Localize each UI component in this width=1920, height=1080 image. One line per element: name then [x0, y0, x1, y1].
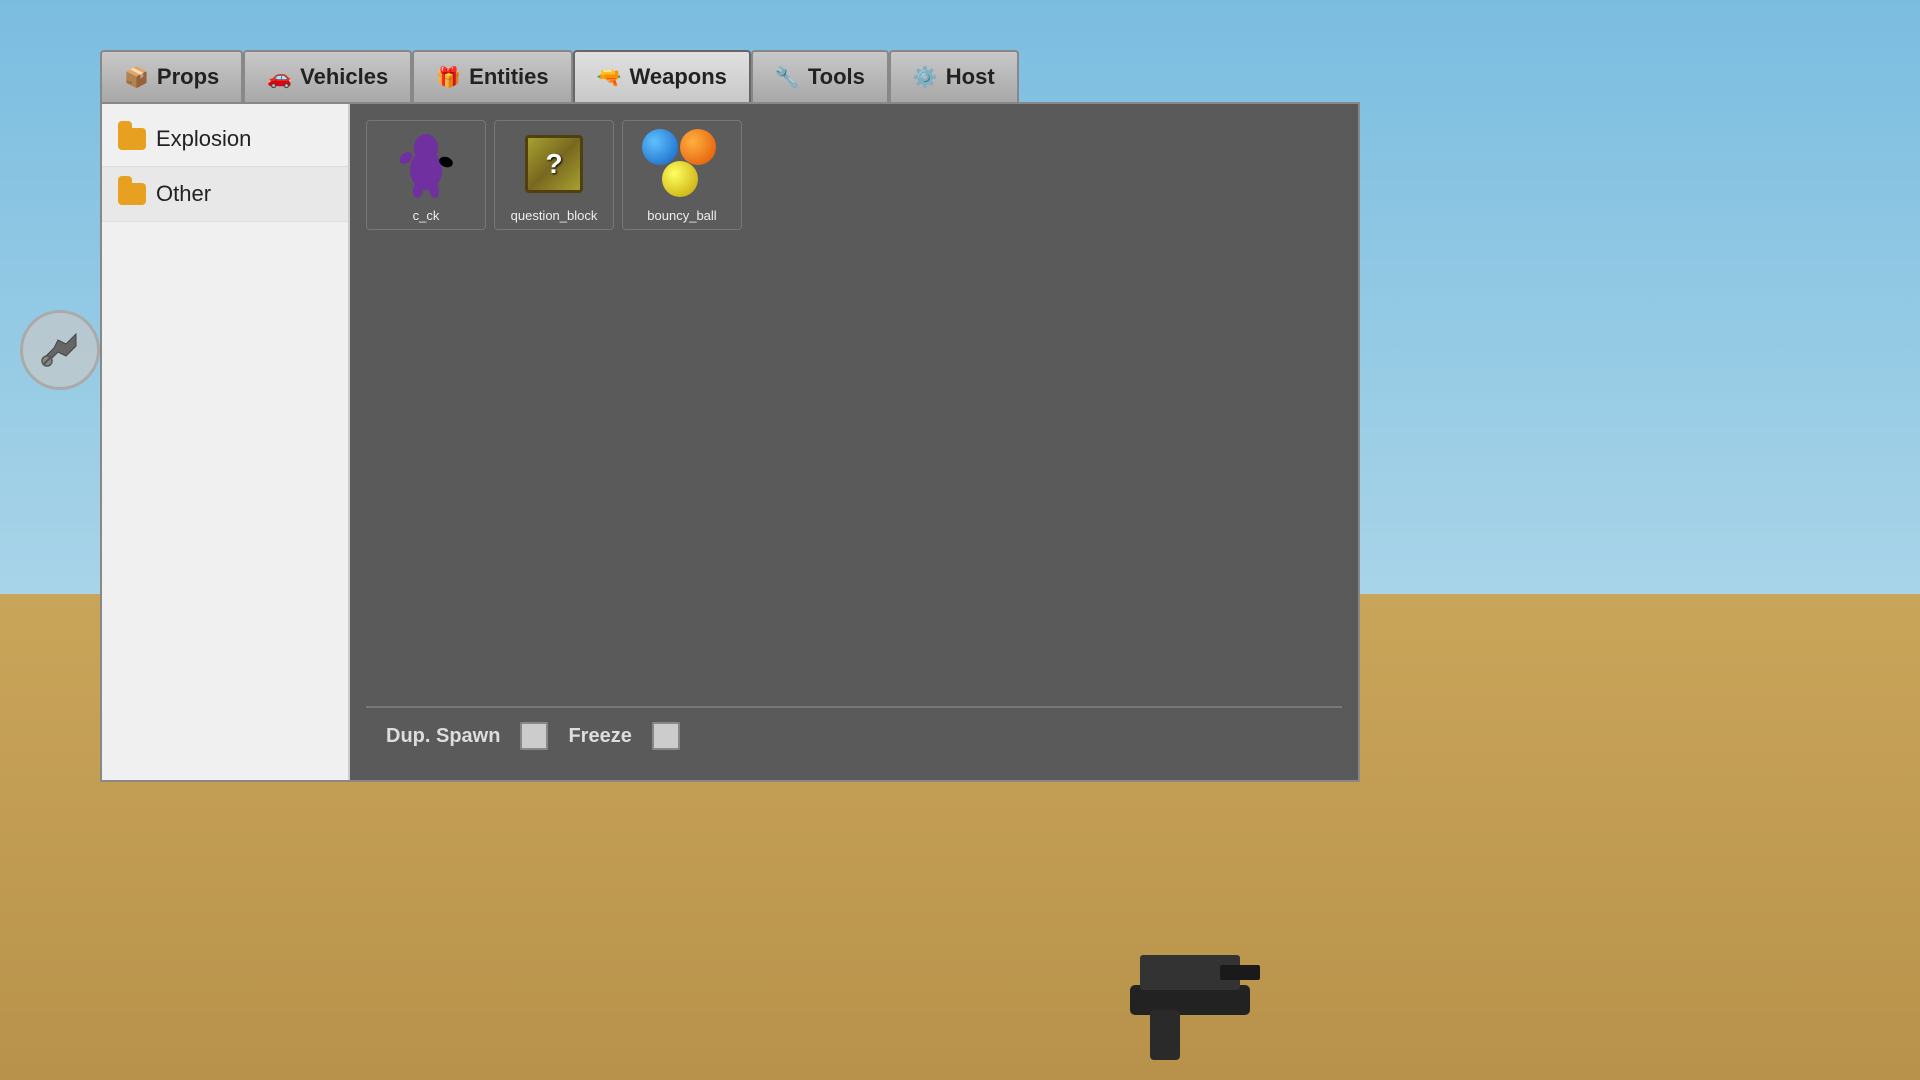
freeze-label: Freeze — [568, 725, 631, 748]
freeze-checkbox[interactable] — [652, 722, 680, 750]
tool-icon-circle[interactable] — [20, 310, 100, 390]
sidebar-item-other[interactable]: Other — [102, 167, 348, 222]
entities-icon: 🎁 — [436, 65, 461, 90]
bouncy-ball-shape — [642, 129, 722, 199]
tab-tools[interactable]: 🔧 Tools — [751, 50, 889, 102]
ball-yellow — [662, 161, 698, 197]
folder-icon-explosion — [118, 128, 146, 150]
tab-props[interactable]: 📦 Props — [100, 50, 243, 102]
sidebar-item-explosion-label: Explosion — [156, 126, 251, 152]
wrench-icon — [38, 328, 82, 372]
folder-icon-other — [118, 183, 146, 205]
dup-spawn-label: Dup. Spawn — [386, 725, 500, 748]
tab-weapons-label: Weapons — [630, 64, 727, 90]
question-block-visual: ? — [514, 129, 594, 199]
gun-svg — [1070, 925, 1270, 1075]
ball-orange — [680, 129, 716, 165]
item-c_ck[interactable]: c_ck — [366, 120, 486, 230]
gun-visual — [1070, 925, 1270, 1080]
tab-props-label: Props — [157, 64, 219, 90]
tab-weapons[interactable]: 🔫 Weapons — [573, 50, 751, 102]
tab-bar: 📦 Props 🚗 Vehicles 🎁 Entities 🔫 Weapons … — [100, 50, 1360, 102]
tab-tools-label: Tools — [808, 64, 865, 90]
dup-spawn-checkbox[interactable] — [520, 722, 548, 750]
sidebar-item-other-label: Other — [156, 181, 211, 207]
tools-icon: 🔧 — [775, 65, 800, 90]
tab-entities[interactable]: 🎁 Entities — [412, 50, 572, 102]
weapons-icon: 🔫 — [597, 65, 622, 90]
question-block-shape: ? — [525, 135, 583, 193]
items-grid: c_ck ? question_block — [366, 120, 1342, 230]
tab-vehicles-label: Vehicles — [300, 64, 388, 90]
main-panel: 📦 Props 🚗 Vehicles 🎁 Entities 🔫 Weapons … — [100, 50, 1360, 780]
item-c_ck-label: c_ck — [413, 208, 440, 223]
item-question-block[interactable]: ? question_block — [494, 120, 614, 230]
bouncy-ball-visual — [642, 129, 722, 199]
c_ck-svg — [396, 130, 456, 198]
item-bouncy-ball-label: bouncy_ball — [647, 208, 716, 223]
item-bouncy-ball[interactable]: bouncy_ball — [622, 120, 742, 230]
host-icon: ⚙️ — [913, 65, 938, 90]
content-area: Explosion Other — [100, 102, 1360, 782]
tab-host[interactable]: ⚙️ Host — [889, 50, 1019, 102]
sidebar: Explosion Other — [102, 104, 350, 780]
props-icon: 📦 — [124, 65, 149, 90]
c_ck-visual — [386, 129, 466, 199]
tab-vehicles[interactable]: 🚗 Vehicles — [243, 50, 412, 102]
bottom-bar: Dup. Spawn Freeze — [366, 706, 1342, 764]
sidebar-item-explosion[interactable]: Explosion — [102, 112, 348, 167]
ball-blue — [642, 129, 678, 165]
items-area: c_ck ? question_block — [350, 104, 1358, 780]
item-question-block-label: question_block — [511, 208, 598, 223]
vehicles-icon: 🚗 — [267, 65, 292, 90]
tab-host-label: Host — [946, 64, 995, 90]
tab-entities-label: Entities — [469, 64, 548, 90]
